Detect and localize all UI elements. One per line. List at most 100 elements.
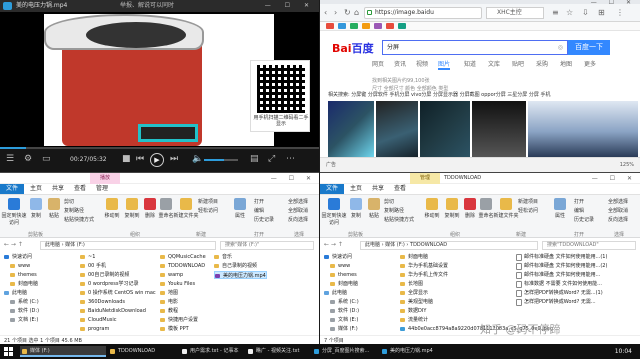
- paste-shortcut-button[interactable]: 粘贴快捷方式: [384, 216, 414, 223]
- nav-item-drive[interactable]: 系统 (C:): [330, 298, 359, 306]
- file-item[interactable]: wamp: [160, 271, 183, 279]
- file-item[interactable]: 00自己录制的视频: [80, 271, 129, 279]
- invert-select-button[interactable]: 反向选择: [608, 216, 628, 223]
- nav-item[interactable]: 封面电脑: [10, 280, 38, 288]
- result-image[interactable]: [528, 101, 638, 157]
- select-none-button[interactable]: 全部取消: [288, 207, 308, 214]
- nav-item-this-pc[interactable]: 此电脑: [324, 289, 347, 297]
- properties-button[interactable]: 属性: [546, 198, 574, 219]
- volume-icon[interactable]: 🔈: [192, 154, 203, 164]
- category-tab[interactable]: 网页: [372, 59, 384, 68]
- related-searches[interactable]: 相关搜索: 分屏键 分屏软件 手机分屏 vivo分屏 分屏显示器 分屏截图 op…: [328, 91, 640, 99]
- category-tab[interactable]: 采购: [536, 59, 548, 68]
- forward-icon[interactable]: ›: [334, 8, 337, 17]
- qr-code-popup[interactable]: 用手机扫描二维码看二手显示: [250, 60, 310, 132]
- file-item[interactable]: 长地图: [400, 280, 423, 288]
- menu-icon[interactable]: ≡: [552, 8, 559, 17]
- file-item[interactable]: 邮件标准硬盘 文件如何使用能用...: [516, 271, 600, 279]
- zoom-level[interactable]: 125%: [620, 158, 634, 172]
- edit-button[interactable]: 编辑: [574, 207, 584, 214]
- copy-path-button[interactable]: 复制路径: [64, 207, 84, 214]
- bookmark-icon[interactable]: [350, 23, 358, 29]
- more-icon[interactable]: ⋯: [286, 154, 295, 164]
- menu-file[interactable]: 文件: [0, 184, 25, 194]
- file-item[interactable]: 地图: [160, 289, 178, 297]
- menu-share[interactable]: 共享: [52, 184, 64, 194]
- file-item[interactable]: 模板 PPT: [160, 325, 189, 333]
- file-item[interactable]: 教程: [160, 307, 178, 315]
- paste-shortcut-button[interactable]: 粘贴快捷方式: [64, 216, 94, 223]
- properties-button[interactable]: 属性: [226, 198, 254, 219]
- window-controls[interactable]: — ☐ ✕: [592, 173, 637, 184]
- nav-item[interactable]: 封面电脑: [330, 280, 358, 288]
- new-item-button[interactable]: 新建项目: [198, 198, 218, 205]
- browser-search-box[interactable]: XHC主控: [486, 7, 544, 19]
- result-image[interactable]: [420, 101, 470, 157]
- nav-item-drive[interactable]: 媒体 (F:): [330, 325, 358, 333]
- context-tab-play[interactable]: 播放: [90, 173, 121, 184]
- select-none-button[interactable]: 全部取消: [608, 207, 628, 214]
- baidu-logo[interactable]: Bai百度: [332, 40, 374, 56]
- file-item[interactable]: 数据DIY: [400, 307, 426, 315]
- subtitle-icon[interactable]: ▤: [250, 154, 259, 164]
- bookmark-icon[interactable]: [398, 23, 406, 29]
- home-icon[interactable]: ⌂: [354, 8, 359, 17]
- file-item[interactable]: 标准数据 不需要 文件如何使用能...: [516, 280, 602, 288]
- file-item[interactable]: 全屏显示: [400, 289, 428, 297]
- nav-item-drive[interactable]: 文档 (E:): [330, 316, 358, 324]
- file-item[interactable]: Youku Files: [160, 280, 195, 288]
- nav-item[interactable]: www: [330, 262, 350, 270]
- taskbar-item[interactable]: 瞧广 - 视频关注.txt: [246, 346, 310, 357]
- file-item[interactable]: 怎样把PDF转换成Word? 无需...(1): [516, 289, 603, 297]
- menu-view[interactable]: 查看: [394, 184, 406, 194]
- screenshot-icon[interactable]: ▭: [42, 154, 51, 164]
- category-tab[interactable]: 资讯: [394, 59, 406, 68]
- invert-select-button[interactable]: 反向选择: [288, 216, 308, 223]
- refresh-icon[interactable]: ↻: [344, 8, 351, 17]
- new-folder-button[interactable]: 新建文件夹: [492, 198, 520, 219]
- search-input[interactable]: 搜索"媒体 (F:)": [220, 241, 314, 250]
- easy-access-button[interactable]: 轻松访问: [198, 207, 218, 214]
- taskbar-item[interactable]: 美的电压力锅.mp4: [380, 346, 446, 357]
- bookmark-icon[interactable]: [338, 23, 346, 29]
- menu-home[interactable]: 主页: [30, 184, 42, 194]
- file-item[interactable]: 电影: [160, 298, 178, 306]
- baidu-search-button[interactable]: 百度一下: [568, 40, 610, 55]
- address-bar[interactable]: 此电脑 › 媒体 (F:): [40, 241, 216, 250]
- select-all-button[interactable]: 全部选择: [288, 198, 308, 205]
- address-bar[interactable]: 此电脑 › 媒体 (F:) › TDDOWNLOAD: [360, 241, 538, 250]
- menu-home[interactable]: 主页: [350, 184, 362, 194]
- new-item-button[interactable]: 新建项目: [518, 198, 538, 205]
- history-button[interactable]: 历史记录: [574, 216, 594, 223]
- context-tab-manage[interactable]: 管理: [410, 173, 441, 184]
- file-item[interactable]: 华为手机基础设置: [400, 262, 448, 270]
- baidu-search-input[interactable]: 分屏 ◎: [382, 40, 568, 55]
- extension-icon[interactable]: ⊞: [598, 8, 605, 17]
- file-item[interactable]: CloudMusic: [80, 316, 117, 324]
- file-item-selected[interactable]: 美的电压力锅.mp4: [214, 271, 267, 279]
- bookmark-icon[interactable]: [374, 23, 382, 29]
- nav-item-drive[interactable]: 文档 (E:): [10, 316, 38, 324]
- category-tab[interactable]: 视频: [416, 59, 428, 68]
- file-item[interactable]: 华为手机上传文件: [400, 271, 448, 279]
- menu-share[interactable]: 共享: [372, 184, 384, 194]
- category-tab[interactable]: 图片: [438, 59, 451, 70]
- star-icon[interactable]: ☆: [566, 8, 573, 17]
- select-all-button[interactable]: 全部选择: [608, 198, 628, 205]
- nav-item[interactable]: www: [10, 262, 30, 270]
- window-controls[interactable]: — ☐ ✕: [271, 173, 316, 184]
- edit-button[interactable]: 编辑: [254, 207, 264, 214]
- browser-menu-icon[interactable]: ⋮: [616, 8, 624, 17]
- nav-item-drive[interactable]: 软件 (D:): [10, 307, 39, 315]
- window-controls[interactable]: — ☐ ✕: [265, 0, 315, 12]
- bookmark-icon[interactable]: [362, 23, 370, 29]
- history-button[interactable]: 历史记录: [254, 216, 274, 223]
- taskbar-item[interactable]: 媒体 (F:): [20, 346, 106, 357]
- file-item[interactable]: 0 操作系统 CentOS win mac: [80, 289, 156, 297]
- back-icon[interactable]: ‹: [324, 8, 327, 17]
- playlist-icon[interactable]: ☰: [6, 154, 14, 164]
- cut-button[interactable]: 剪切: [384, 198, 394, 205]
- nav-arrows-icon[interactable]: ← → ↑: [4, 241, 23, 248]
- copy-path-button[interactable]: 复制路径: [384, 207, 404, 214]
- file-item[interactable]: 快捷用户设置: [160, 316, 198, 324]
